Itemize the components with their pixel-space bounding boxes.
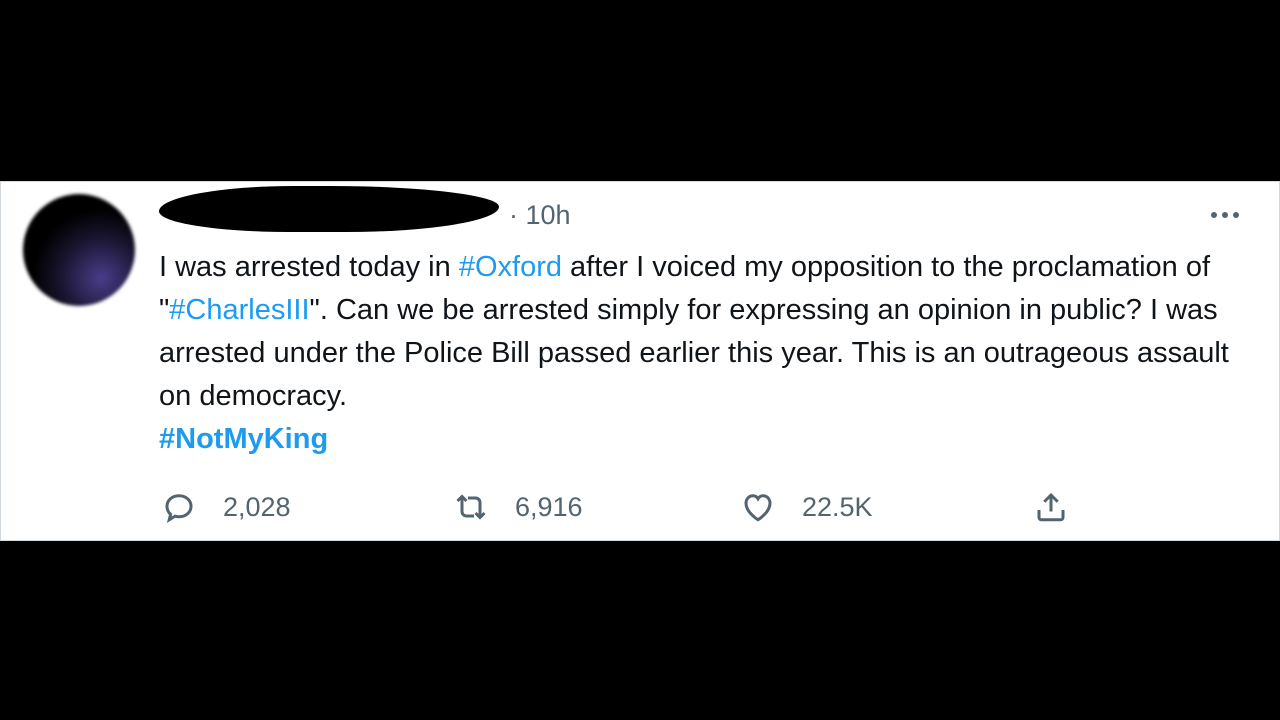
retweet-icon: [456, 494, 486, 520]
tweet-text: I was arrested today in #Oxford after I …: [159, 246, 1244, 418]
tweet-actions: 2,028 6,916 22.5K: [1, 482, 1279, 532]
retweet-count: 6,916: [515, 491, 583, 522]
reply-button[interactable]: 2,028: [161, 482, 291, 532]
hashtag-link[interactable]: #Oxford: [459, 251, 562, 283]
reply-count: 2,028: [223, 491, 291, 522]
retweet-button[interactable]: 6,916: [453, 482, 583, 532]
more-icon[interactable]: [1207, 200, 1243, 230]
heart-icon: [744, 494, 772, 522]
tweet-timestamp[interactable]: · 10h: [509, 200, 571, 231]
tweet-text-segment: ". Can we be arrested simply for express…: [159, 294, 1229, 412]
like-count: 22.5K: [802, 491, 873, 522]
avatar[interactable]: [23, 194, 135, 306]
reply-icon: [165, 494, 193, 523]
tweet-text-segment: I was arrested today in: [159, 251, 459, 283]
redacted-author-name: [159, 186, 499, 232]
share-button[interactable]: [1033, 482, 1069, 532]
hashtag-link-notmyking[interactable]: #NotMyKing: [159, 418, 328, 461]
like-button[interactable]: 22.5K: [740, 482, 873, 532]
tweet-card[interactable]: · 10h I was arrested today in #Oxford af…: [0, 181, 1280, 541]
share-icon: [1037, 492, 1065, 522]
hashtag-link[interactable]: #CharlesIII: [169, 294, 309, 326]
